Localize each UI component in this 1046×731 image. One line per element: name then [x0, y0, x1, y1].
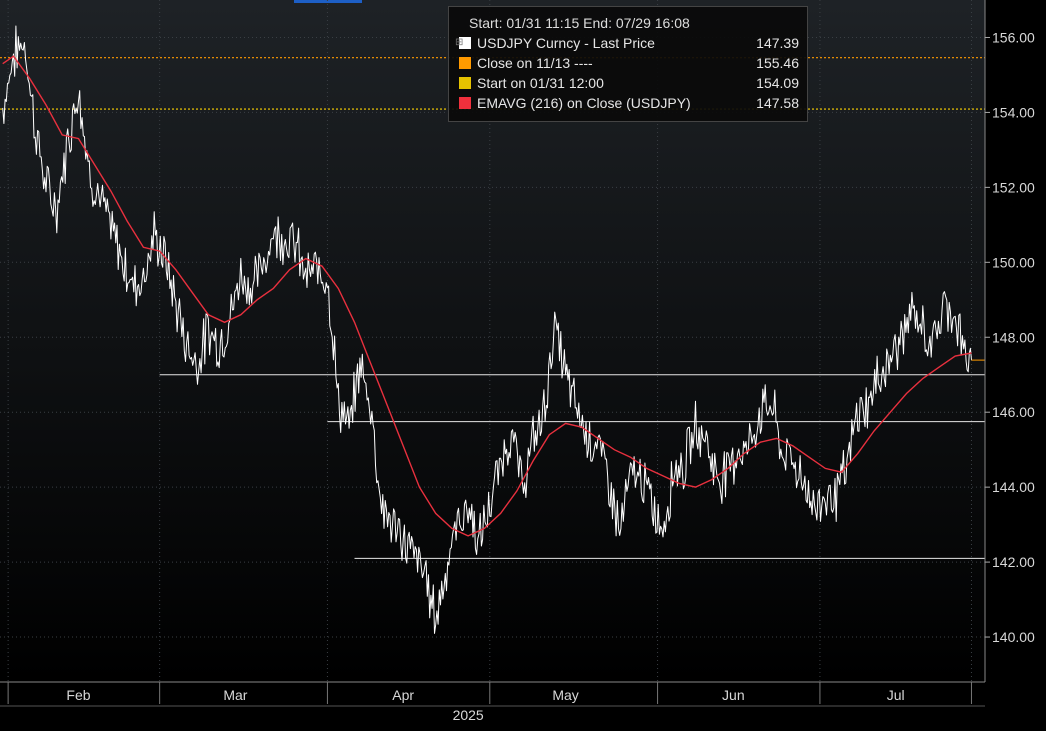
legend-item-emavg[interactable]: EMAVG (216) on Close (USDJPY) 147.58 — [459, 93, 799, 113]
chart-area[interactable]: 140.00 142.00 144.00 146.00 148.00 150.00 152.… — [0, 0, 1046, 726]
x-tick-label: Jun — [722, 687, 745, 703]
legend-swatch-icon — [459, 57, 471, 69]
legend-swatch-icon — [459, 77, 471, 89]
y-tick-label: 146.00 — [992, 404, 1035, 420]
legend-item-start[interactable]: Start on 01/31 12:00 154.09 — [459, 73, 799, 93]
x-tick-label: Feb — [66, 687, 90, 703]
y-tick-label: 148.00 — [992, 329, 1035, 345]
y-tick-label: 152.00 — [992, 179, 1035, 195]
legend-swatch-icon — [459, 97, 471, 109]
y-tick-label: 156.00 — [992, 29, 1035, 45]
legend-expand-icon[interactable]: ⊞ — [455, 37, 463, 48]
legend-title: Start: 01/31 11:15 End: 07/29 16:08 — [469, 15, 690, 31]
x-tick-label: May — [552, 687, 578, 703]
x-tick-label: Jul — [887, 687, 905, 703]
y-tick-label: 150.00 — [992, 254, 1035, 270]
legend[interactable]: Start: 01/31 11:15 End: 07/29 16:08 ⊞ US… — [448, 6, 808, 122]
legend-item-last-price[interactable]: USDJPY Curncy - Last Price 147.39 — [459, 33, 799, 53]
legend-item-close[interactable]: Close on 11/13 ---- 155.46 — [459, 53, 799, 73]
x-year-label: 2025 — [453, 707, 484, 723]
y-tick-label: 142.00 — [992, 554, 1035, 570]
y-tick-label: 154.00 — [992, 104, 1035, 120]
y-tick-label: 144.00 — [992, 479, 1035, 495]
top-tab-indicator — [294, 0, 362, 3]
x-tick-label: Apr — [392, 687, 414, 703]
y-tick-label: 140.00 — [992, 629, 1035, 645]
x-tick-label: Mar — [223, 687, 247, 703]
